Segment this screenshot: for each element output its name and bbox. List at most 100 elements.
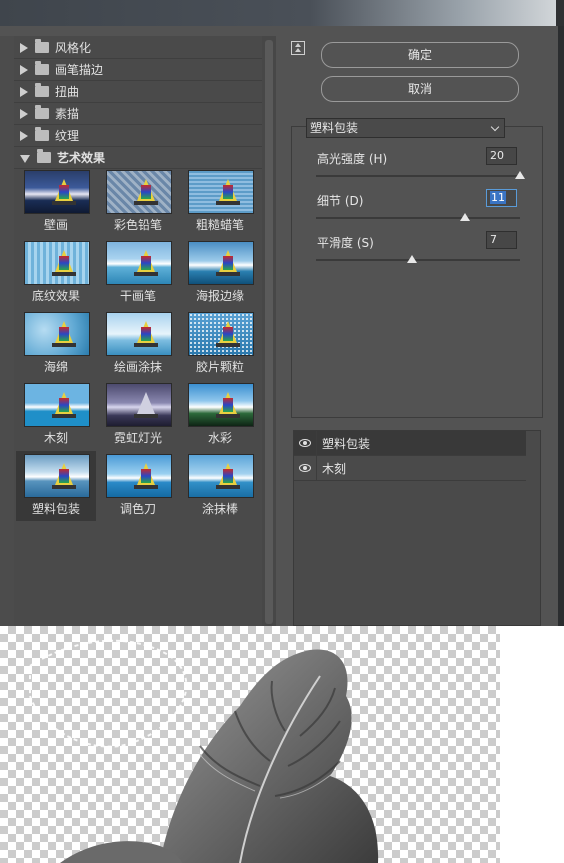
effect-layer-row[interactable]: 塑料包装 <box>294 431 526 456</box>
folder-icon <box>35 83 49 97</box>
thumb-image <box>106 312 172 356</box>
filter-thumb[interactable]: 霓虹灯光 <box>98 380 178 450</box>
folder-stylize[interactable]: 风格化 <box>14 37 262 59</box>
thumb-label: 底纹效果 <box>31 289 80 303</box>
filter-thumb[interactable]: 胶片颗粒 <box>180 309 260 379</box>
thumb-image <box>188 170 254 214</box>
thumb-label: 干画笔 <box>119 289 156 303</box>
filter-thumb[interactable]: 水彩 <box>180 380 260 450</box>
folder-label: 风格化 <box>55 41 92 55</box>
folder-label: 纹理 <box>55 129 80 143</box>
filter-settings-panel <box>291 126 543 418</box>
folder-icon <box>35 61 49 75</box>
filter-thumb[interactable]: 粗糙蜡笔 <box>180 167 260 237</box>
canvas-margin <box>500 626 564 863</box>
effect-layer-label: 塑料包装 <box>322 436 371 451</box>
expand-arrow-icon <box>20 86 28 97</box>
thumb-label: 调色刀 <box>119 502 156 516</box>
thumb-image <box>106 383 172 427</box>
highlight-strength-slider[interactable] <box>515 171 525 179</box>
gallery-scrollbar[interactable] <box>262 36 276 626</box>
filter-thumb[interactable]: 壁画 <box>16 167 96 237</box>
thumb-label: 壁画 <box>43 218 68 232</box>
detail-field[interactable]: 11 <box>486 189 517 207</box>
filter-select-value: 塑料包装 <box>310 121 359 135</box>
thumb-image <box>106 170 172 214</box>
leaf-artwork <box>29 639 379 863</box>
detail-slider[interactable] <box>459 213 470 221</box>
folder-icon <box>35 105 49 119</box>
ok-button[interactable]: 确定 <box>321 42 519 68</box>
eye-icon[interactable] <box>294 456 317 480</box>
effect-layers-panel: 塑料包装 木刻 <box>293 430 541 626</box>
filter-thumb[interactable]: 海绵 <box>16 309 96 379</box>
param-label-smoothness: 平滑度 (S) <box>317 236 374 250</box>
smoothness-field[interactable]: 7 <box>486 231 517 249</box>
filter-gallery-list: 风格化 画笔描边 扭曲 素描 纹理 艺术效果 壁画 彩色铅笔 粗糙蜡笔 底纹效果… <box>14 36 262 626</box>
eye-icon[interactable] <box>294 431 317 455</box>
folder-label: 画笔描边 <box>55 63 104 77</box>
filter-thumb[interactable]: 涂抹棒 <box>180 451 260 521</box>
thumb-image <box>188 312 254 356</box>
thumb-image <box>106 241 172 285</box>
highlight-strength-track[interactable] <box>316 175 520 177</box>
thumb-label: 海绵 <box>43 360 68 374</box>
folder-distort[interactable]: 扭曲 <box>14 81 262 103</box>
filter-thumb[interactable]: 干画笔 <box>98 238 178 308</box>
folder-brush-strokes[interactable]: 画笔描边 <box>14 59 262 81</box>
thumb-image <box>24 170 90 214</box>
thumb-label: 水彩 <box>207 431 232 445</box>
folder-icon <box>35 39 49 53</box>
thumb-label: 塑料包装 <box>31 502 80 516</box>
thumb-image <box>106 454 172 498</box>
thumb-label: 彩色铅笔 <box>113 218 162 232</box>
filter-thumb[interactable]: 调色刀 <box>98 451 178 521</box>
folder-artistic[interactable]: 艺术效果 <box>14 147 262 169</box>
filter-thumb-selected[interactable]: 塑料包装 <box>16 451 96 521</box>
expand-arrow-icon <box>20 130 28 141</box>
thumb-label: 海报边缘 <box>195 289 244 303</box>
filter-thumb[interactable]: 绘画涂抹 <box>98 309 178 379</box>
filter-select[interactable]: 塑料包装 <box>306 118 505 138</box>
smoothness-slider[interactable] <box>406 255 417 263</box>
filter-thumb[interactable]: 彩色铅笔 <box>98 167 178 237</box>
thumb-image <box>24 454 90 498</box>
param-label-detail: 细节 (D) <box>317 194 364 208</box>
thumb-label: 涂抹棒 <box>201 502 238 516</box>
highlight-strength-field[interactable]: 20 <box>486 147 517 165</box>
cancel-button[interactable]: 取消 <box>321 76 519 102</box>
filter-thumb[interactable]: 海报边缘 <box>180 238 260 308</box>
window-frame <box>558 26 564 626</box>
smoothness-track[interactable] <box>316 259 520 261</box>
thumb-label: 霓虹灯光 <box>113 431 162 445</box>
filter-gallery-window: 风格化 画笔描边 扭曲 素描 纹理 艺术效果 壁画 彩色铅笔 粗糙蜡笔 底纹效果… <box>0 0 564 626</box>
thumb-image <box>188 454 254 498</box>
expand-arrow-icon <box>20 108 28 119</box>
expand-arrow-icon <box>20 42 28 53</box>
filter-thumb[interactable]: 木刻 <box>16 380 96 450</box>
thumb-label: 绘画涂抹 <box>113 360 162 374</box>
effect-layer-row[interactable]: 木刻 <box>294 456 526 481</box>
title-bar[interactable] <box>0 0 564 26</box>
folder-label: 艺术效果 <box>57 151 106 165</box>
effect-layer-label: 木刻 <box>322 461 347 476</box>
thumb-image <box>24 383 90 427</box>
collapse-arrow-icon <box>20 154 30 163</box>
field-value: 7 <box>490 233 497 246</box>
param-label-highlight: 高光强度 (H) <box>317 152 388 166</box>
folder-texture[interactable]: 纹理 <box>14 125 262 147</box>
filter-thumb[interactable]: 底纹效果 <box>16 238 96 308</box>
folder-label: 素描 <box>55 107 80 121</box>
folder-label: 扭曲 <box>55 85 80 99</box>
folder-open-icon <box>37 149 51 163</box>
thumb-image <box>188 241 254 285</box>
field-value: 20 <box>490 149 504 162</box>
scrollbar-thumb[interactable] <box>265 40 273 624</box>
detail-track[interactable] <box>316 217 520 219</box>
thumb-image <box>24 312 90 356</box>
collapse-gallery-icon[interactable] <box>291 41 305 55</box>
folder-sketch[interactable]: 素描 <box>14 103 262 125</box>
window-edge <box>556 0 564 26</box>
thumb-label: 胶片颗粒 <box>195 360 244 374</box>
gallery-margin <box>0 36 14 626</box>
